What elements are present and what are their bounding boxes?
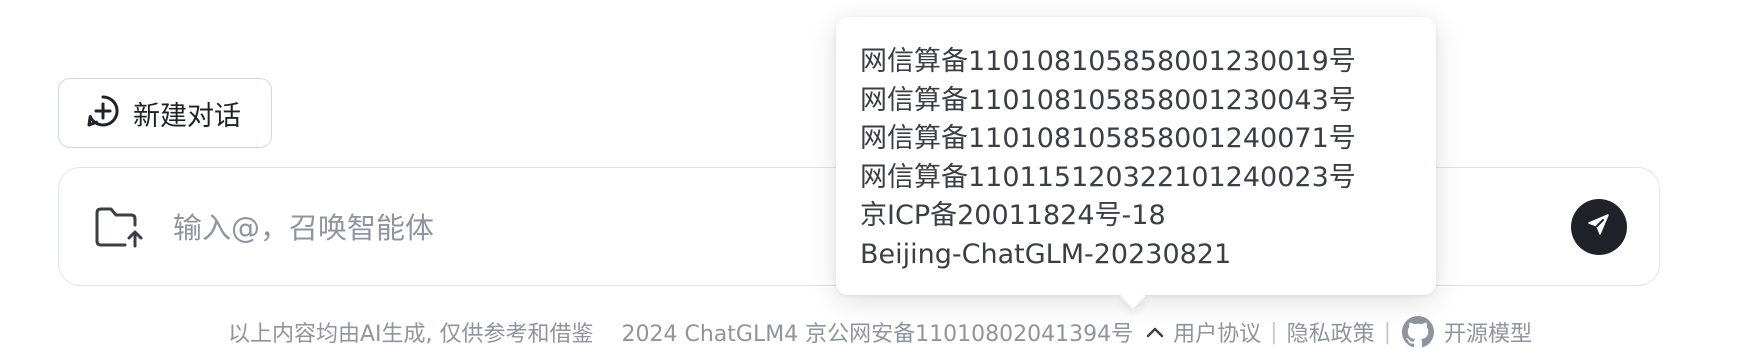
registration-item: 网信算备110108105858001240071号 <box>860 123 1356 154</box>
registration-item: 网信算备110108105858001230043号 <box>860 84 1356 116</box>
privacy-policy-link[interactable]: 隐私政策 <box>1287 316 1375 348</box>
send-button[interactable] <box>1571 199 1627 255</box>
new-chat-label: 新建对话 <box>133 100 241 132</box>
ai-disclaimer: 以上内容均由AI生成, 仅供参考和借鉴 <box>227 322 594 347</box>
copyright-text: 2024 ChatGLM4 京公网安备11010802041394号 <box>621 322 1134 347</box>
folder-upload-icon <box>94 205 146 253</box>
registration-item: 网信算备110115120322101240023号 <box>860 161 1356 193</box>
user-agreement-link[interactable]: 用户协议 <box>1173 316 1261 348</box>
divider: | <box>1383 319 1392 345</box>
divider: | <box>1270 319 1278 345</box>
new-chat-button[interactable]: 新建对话 <box>58 78 272 148</box>
attach-file-button[interactable] <box>93 206 147 252</box>
footer-bar: 以上内容均由AI生成, 仅供参考和借鉴 2024 ChatGLM4 京公网安备1… <box>0 312 1760 352</box>
registration-popover: 网信算备110108105858001230019号 网信算备110108105… <box>836 17 1436 295</box>
send-icon <box>1586 212 1612 242</box>
chevron-up-icon[interactable] <box>1145 325 1165 339</box>
chat-plus-icon <box>85 93 121 133</box>
chat-page: 新建对话 以上内容均由AI生成, 仅供参考和借鉴 2024 <box>0 0 1760 362</box>
github-icon[interactable] <box>1402 316 1435 348</box>
registration-item: Beijing-ChatGLM-20230821 <box>860 238 1232 270</box>
open-source-model-link[interactable]: 开源模型 <box>1444 316 1532 348</box>
registration-item: 京ICP备20011824号-18 <box>860 200 1166 231</box>
registration-item: 网信算备110108105858001230019号 <box>860 46 1356 77</box>
